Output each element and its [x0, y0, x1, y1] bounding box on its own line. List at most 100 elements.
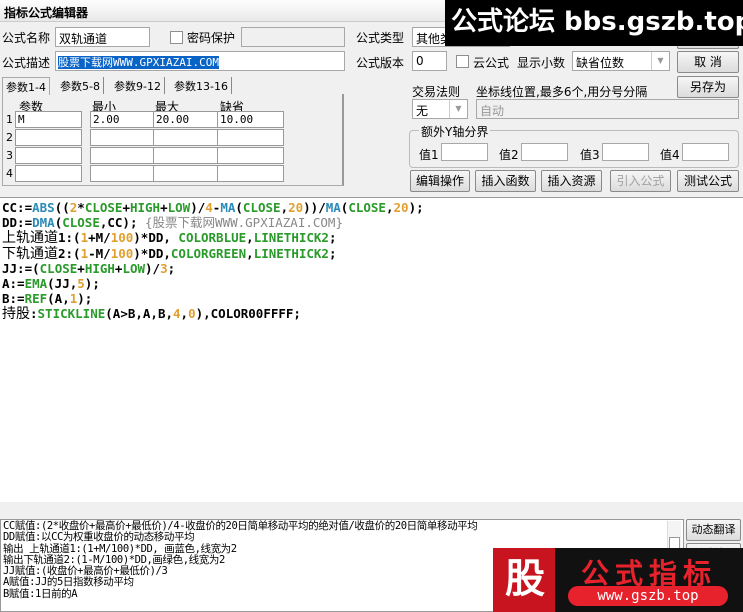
desc-selected-text: 股票下载网WWW.GPXIAZAI.COM [58, 56, 219, 69]
code-token: JJ:=( [2, 260, 40, 276]
yaxis-value-input[interactable] [602, 143, 649, 161]
logo-url: www.gszb.top [568, 586, 728, 606]
yaxis-value-label: 值3 [580, 148, 600, 162]
decimals-value: 缺省位数 [576, 56, 625, 70]
code-token: ( [235, 200, 243, 215]
name-label: 公式名称 [2, 31, 51, 45]
code-token: )/ [145, 260, 161, 276]
password-label: 密码保护 [187, 31, 236, 45]
param-min-input[interactable] [90, 147, 157, 164]
code-token: LINETHICK2 [253, 245, 329, 261]
param-name-input[interactable]: M [15, 111, 82, 128]
code-token: 3 [160, 260, 168, 276]
code-editor[interactable]: CC:=ABS((2*CLOSE+HIGH+LOW)/4-MA(CLOSE,20… [0, 197, 743, 502]
cloud-checkbox[interactable] [456, 55, 469, 68]
version-input[interactable]: 0 [412, 51, 447, 71]
param-name-input[interactable] [15, 147, 82, 164]
code-token: , [246, 230, 254, 246]
save-as-button[interactable]: 另存为 [677, 76, 739, 98]
import-formula-button[interactable]: 引入公式 [610, 170, 671, 192]
code-token: 100 [110, 230, 134, 246]
param-name-input[interactable] [15, 165, 82, 182]
code-token: ); [84, 275, 100, 291]
desc-label: 公式描述 [2, 56, 51, 70]
code-line: DD:=DMA(CLOSE,CC); {股票下载网WWW.GPXIAZAI.CO… [2, 215, 741, 230]
param-max-input[interactable]: 20.00 [153, 111, 220, 128]
param-name-input[interactable] [15, 129, 82, 146]
decimals-select[interactable]: 缺省位数 ▼ [572, 51, 670, 71]
param-row-index: 2 [6, 131, 13, 144]
code-token: (A, [47, 291, 70, 307]
code-token: 100 [110, 245, 134, 261]
dynamic-translate-button[interactable]: 动态翻译 [686, 519, 741, 541]
param-min-input[interactable] [90, 165, 157, 182]
password-checkbox[interactable] [170, 31, 183, 44]
tab-params-9-12[interactable]: 参数9-12 [111, 77, 165, 94]
code-token: B:= [2, 291, 25, 307]
logo-char: 股 [493, 548, 557, 612]
insert-resource-button[interactable]: 插入资源 [541, 170, 602, 192]
code-token: DD:= [2, 215, 33, 231]
cancel-button[interactable]: 取 消 [677, 51, 739, 73]
yaxis-value-label: 值2 [499, 148, 519, 162]
password-input[interactable] [241, 27, 345, 47]
code-token: STICKLINE [37, 306, 106, 322]
name-input[interactable]: 双轨通道 [55, 27, 150, 47]
code-token: LOW [167, 200, 191, 215]
code-token: * [77, 200, 85, 215]
code-token: LINETHICK2 [253, 230, 329, 246]
param-max-input[interactable] [153, 165, 220, 182]
test-formula-button[interactable]: 测试公式 [677, 170, 739, 192]
param-max-input[interactable] [153, 147, 220, 164]
code-token: -M/ [88, 245, 111, 261]
code-token: 2:( [58, 245, 81, 261]
code-token: CLOSE [62, 215, 100, 231]
axis-input[interactable]: 自动 [476, 99, 739, 119]
code-token: )*DD, [133, 230, 179, 246]
code-token: HIGH [84, 260, 115, 276]
code-token: ),COLOR00FFFF; [195, 306, 301, 322]
yaxis-value-input[interactable] [682, 143, 729, 161]
edit-ops-button[interactable]: 编辑操作 [410, 170, 470, 192]
code-token: LOW [122, 260, 146, 276]
code-token: HIGH [129, 200, 161, 215]
param-def-input[interactable] [217, 165, 284, 182]
code-line: CC:=ABS((2*CLOSE+HIGH+LOW)/4-MA(CLOSE,20… [2, 200, 741, 215]
param-max-input[interactable] [153, 129, 220, 146]
code-token: 4 [173, 306, 181, 322]
code-token: REF [24, 291, 48, 307]
yaxis-value-label: 值4 [660, 148, 680, 162]
yaxis-value-input[interactable] [521, 143, 568, 161]
code-token: ,CC); [99, 215, 146, 231]
param-min-input[interactable]: 2.00 [90, 111, 157, 128]
trade-rule-select[interactable]: 无 ▼ [412, 99, 468, 119]
code-token: , [280, 200, 289, 215]
code-token: COLORGREEN [170, 245, 247, 261]
param-def-input[interactable]: 10.00 [217, 111, 284, 128]
param-def-input[interactable] [217, 147, 284, 164]
type-label: 公式类型 [356, 31, 405, 45]
tab-params-5-8[interactable]: 参数5-8 [57, 77, 104, 94]
yaxis-value-input[interactable] [441, 143, 488, 161]
code-token: (( [54, 200, 70, 215]
code-token: 下轨通道 [2, 245, 58, 262]
code-token: + [122, 200, 130, 215]
chevron-down-icon: ▼ [449, 100, 467, 118]
yaxis-group-label: 额外Y轴分界 [419, 123, 491, 140]
code-line: 持股:STICKLINE(A>B,A,B,4,0),COLOR00FFFF; [2, 306, 741, 322]
trade-rule-value: 无 [416, 104, 429, 118]
code-token: + [77, 260, 85, 276]
tab-params-13-16[interactable]: 参数13-16 [171, 77, 232, 94]
code-token: EMA [24, 275, 48, 291]
param-row-index: 4 [6, 167, 13, 180]
watermark-logo: 股 公式指标 www.gszb.top [493, 548, 743, 612]
insert-function-button[interactable]: 插入函数 [475, 170, 536, 192]
code-token: COLORBLUE [178, 230, 247, 246]
tab-params-1-4[interactable]: 参数1-4 [2, 77, 50, 95]
code-token: (JJ, [47, 275, 78, 291]
desc-input[interactable]: 股票下载网WWW.GPXIAZAI.COM [55, 51, 345, 71]
param-def-input[interactable] [217, 129, 284, 146]
code-token: )*DD, [133, 245, 171, 261]
param-min-input[interactable] [90, 129, 157, 146]
code-token: CLOSE [39, 260, 78, 276]
